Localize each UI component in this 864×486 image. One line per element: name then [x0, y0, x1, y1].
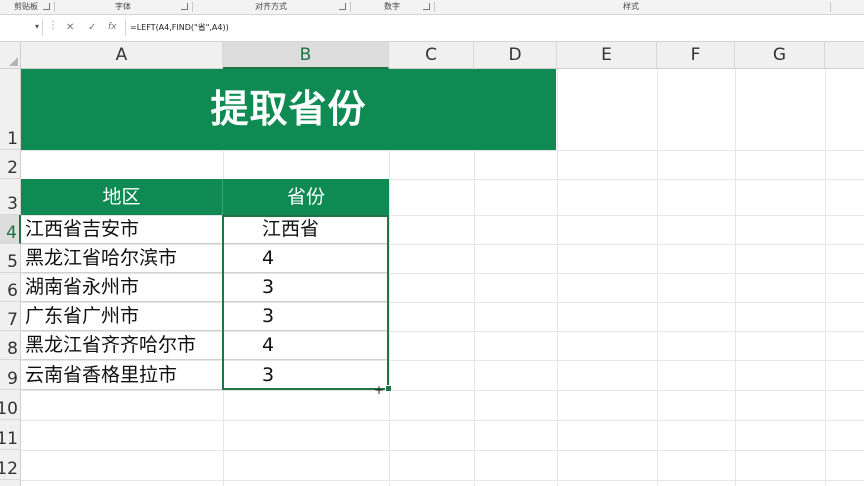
grid-line [21, 150, 864, 151]
sheet-title-cell[interactable]: 提取省份 [21, 69, 556, 150]
row-header-label: 1 [7, 129, 18, 149]
formula-input[interactable]: =LEFT(A4,FIND("省",A4)) [130, 19, 229, 36]
formula-bar-separator [125, 19, 126, 36]
cell-region-a4[interactable]: 江西省吉安市 [21, 215, 223, 244]
grid-line [735, 69, 736, 486]
ribbon-separator [350, 2, 351, 12]
row-header-9[interactable]: 9 [0, 360, 21, 390]
row-header-label: 6 [7, 281, 18, 301]
select-all-triangle-icon [9, 57, 18, 66]
row-header-label: 3 [7, 194, 18, 214]
selection-range-border [222, 215, 389, 390]
cell-region-a9[interactable]: 云南省香格里拉市 [21, 360, 223, 390]
ribbon-separator [830, 2, 831, 12]
column-header-b[interactable]: B [223, 42, 389, 69]
fill-cursor-icon: + [374, 383, 385, 397]
ribbon-group-label: 字体 [115, 2, 131, 11]
insert-function-icon[interactable]: fx [108, 19, 117, 36]
dialog-launcher-icon[interactable] [181, 3, 188, 10]
grid-line [21, 480, 864, 481]
row-header-8[interactable]: 8 [0, 331, 21, 360]
fill-handle[interactable] [385, 385, 392, 392]
row-header-12[interactable]: 12 [0, 450, 21, 480]
column-header-d[interactable]: D [474, 42, 557, 69]
grid-line [557, 69, 558, 486]
row-header-label: 5 [7, 252, 18, 272]
column-header-h[interactable] [825, 42, 864, 69]
select-all-button[interactable] [0, 42, 21, 69]
ribbon-separator [54, 2, 55, 12]
row-header-10[interactable]: 10 [0, 390, 21, 420]
row-header-label: 8 [7, 339, 18, 359]
dialog-launcher-icon[interactable] [423, 3, 430, 10]
cell-region-a7[interactable]: 广东省广州市 [21, 302, 223, 331]
cell-region-a5[interactable]: 黑龙江省哈尔滨市 [21, 244, 223, 273]
chevron-down-icon[interactable]: ▾ [35, 22, 39, 31]
column-header-g[interactable]: G [735, 42, 825, 69]
cancel-icon[interactable]: ✕ [66, 19, 74, 36]
row-header-3[interactable]: 3 [0, 179, 21, 215]
row-header-label: 9 [7, 369, 18, 389]
row-header-13[interactable] [0, 480, 21, 486]
ribbon-group-label: 数字 [384, 2, 400, 11]
row-header-4[interactable]: 4 [0, 215, 21, 244]
ribbon-group-label: 样式 [623, 2, 639, 11]
ribbon-group-number[interactable]: 数字 [352, 0, 432, 14]
row-header-label: 10 [0, 399, 18, 419]
cell-region-a6[interactable]: 湖南省永州市 [21, 273, 223, 302]
column-header-a[interactable]: A [21, 42, 223, 69]
enter-icon[interactable]: ✓ [88, 19, 96, 36]
row-header-1[interactable]: 1 [0, 69, 21, 150]
cell-region-a8[interactable]: 黑龙江省齐齐哈尔市 [21, 331, 223, 360]
row-header-7[interactable]: 7 [0, 302, 21, 331]
row-header-label: 11 [0, 429, 18, 449]
ribbon-group-styles[interactable]: 样式 [436, 0, 826, 14]
grid-line [825, 69, 826, 486]
grid-line [21, 390, 864, 391]
column-header-f[interactable]: F [657, 42, 735, 69]
header-cell-region[interactable]: 地区 [21, 179, 223, 215]
column-header-c[interactable]: C [389, 42, 474, 69]
row-header-label: 7 [7, 310, 18, 330]
grid-line [21, 420, 864, 421]
column-header-e[interactable]: E [557, 42, 657, 69]
formula-bar: ▾ ⋮ ✕ ✓ fx =LEFT(A4,FIND("省",A4)) [0, 15, 864, 42]
row-header-5[interactable]: 5 [0, 244, 21, 273]
row-header-6[interactable]: 6 [0, 273, 21, 302]
row-header-label: 4 [6, 223, 17, 243]
row-header-label: 12 [0, 459, 18, 479]
row-header-11[interactable]: 11 [0, 420, 21, 450]
ribbon-separator [192, 2, 193, 12]
ribbon-group-clipboard[interactable]: 剪贴板 [0, 0, 52, 14]
formula-bar-grip-icon[interactable]: ⋮ [48, 20, 58, 31]
ribbon-group-label: 对齐方式 [255, 2, 287, 11]
ribbon-separator [434, 2, 435, 12]
row-header-label: 2 [7, 158, 18, 178]
ribbon-group-font[interactable]: 字体 [56, 0, 190, 14]
ribbon-group-alignment[interactable]: 对齐方式 [194, 0, 348, 14]
dialog-launcher-icon[interactable] [339, 3, 346, 10]
grid-line [657, 69, 658, 486]
header-cell-province[interactable]: 省份 [223, 179, 389, 215]
dialog-launcher-icon[interactable] [43, 3, 50, 10]
row-header-2[interactable]: 2 [0, 150, 21, 179]
name-box[interactable]: ▾ [0, 19, 43, 36]
ribbon-group-label: 剪贴板 [14, 2, 38, 11]
ribbon-group-strip: 剪贴板 字体 对齐方式 数字 样式 [0, 0, 864, 15]
grid-line [21, 450, 864, 451]
